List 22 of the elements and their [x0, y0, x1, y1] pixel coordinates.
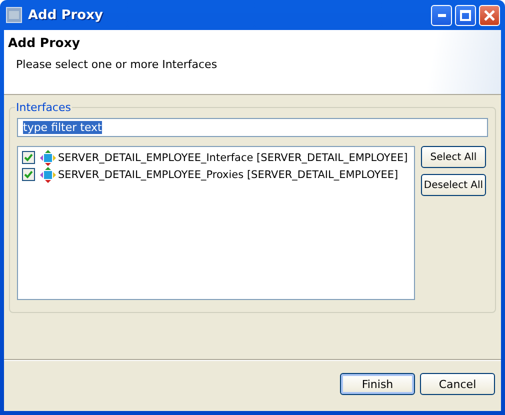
checkbox[interactable] — [22, 151, 35, 164]
minimize-icon — [438, 14, 446, 16]
list-item[interactable]: SERVER_DETAIL_EMPLOYEE_Interface [SERVER_DETAIL_EMPLOYEE] — [58, 152, 408, 164]
filter-field[interactable]: type filter text — [17, 118, 488, 137]
close-button[interactable] — [479, 4, 500, 26]
window-title: Add Proxy — [28, 8, 104, 22]
interface-icon — [40, 166, 56, 182]
group-label: Interfaces — [15, 101, 72, 114]
selection-button[interactable]: Select All — [421, 146, 486, 168]
app-icon — [6, 7, 22, 23]
dialog-button[interactable]: Cancel — [420, 373, 495, 395]
page-title: Add Proxy — [8, 35, 82, 50]
checkbox[interactable] — [22, 168, 35, 181]
interface-icon — [40, 150, 56, 166]
dialog-button[interactable]: Finish — [340, 373, 415, 395]
close-icon — [484, 10, 495, 20]
maximize-button[interactable] — [455, 4, 476, 26]
list-item[interactable]: SERVER_DETAIL_EMPLOYEE_Proxies [SERVER_DETAIL_EMPLOYEE] — [58, 168, 398, 180]
page-message: Please select one or more Interfaces — [16, 58, 218, 71]
maximize-icon — [460, 10, 471, 20]
selection-button[interactable]: Deselect All — [421, 174, 486, 196]
minimize-button[interactable] — [431, 4, 452, 26]
